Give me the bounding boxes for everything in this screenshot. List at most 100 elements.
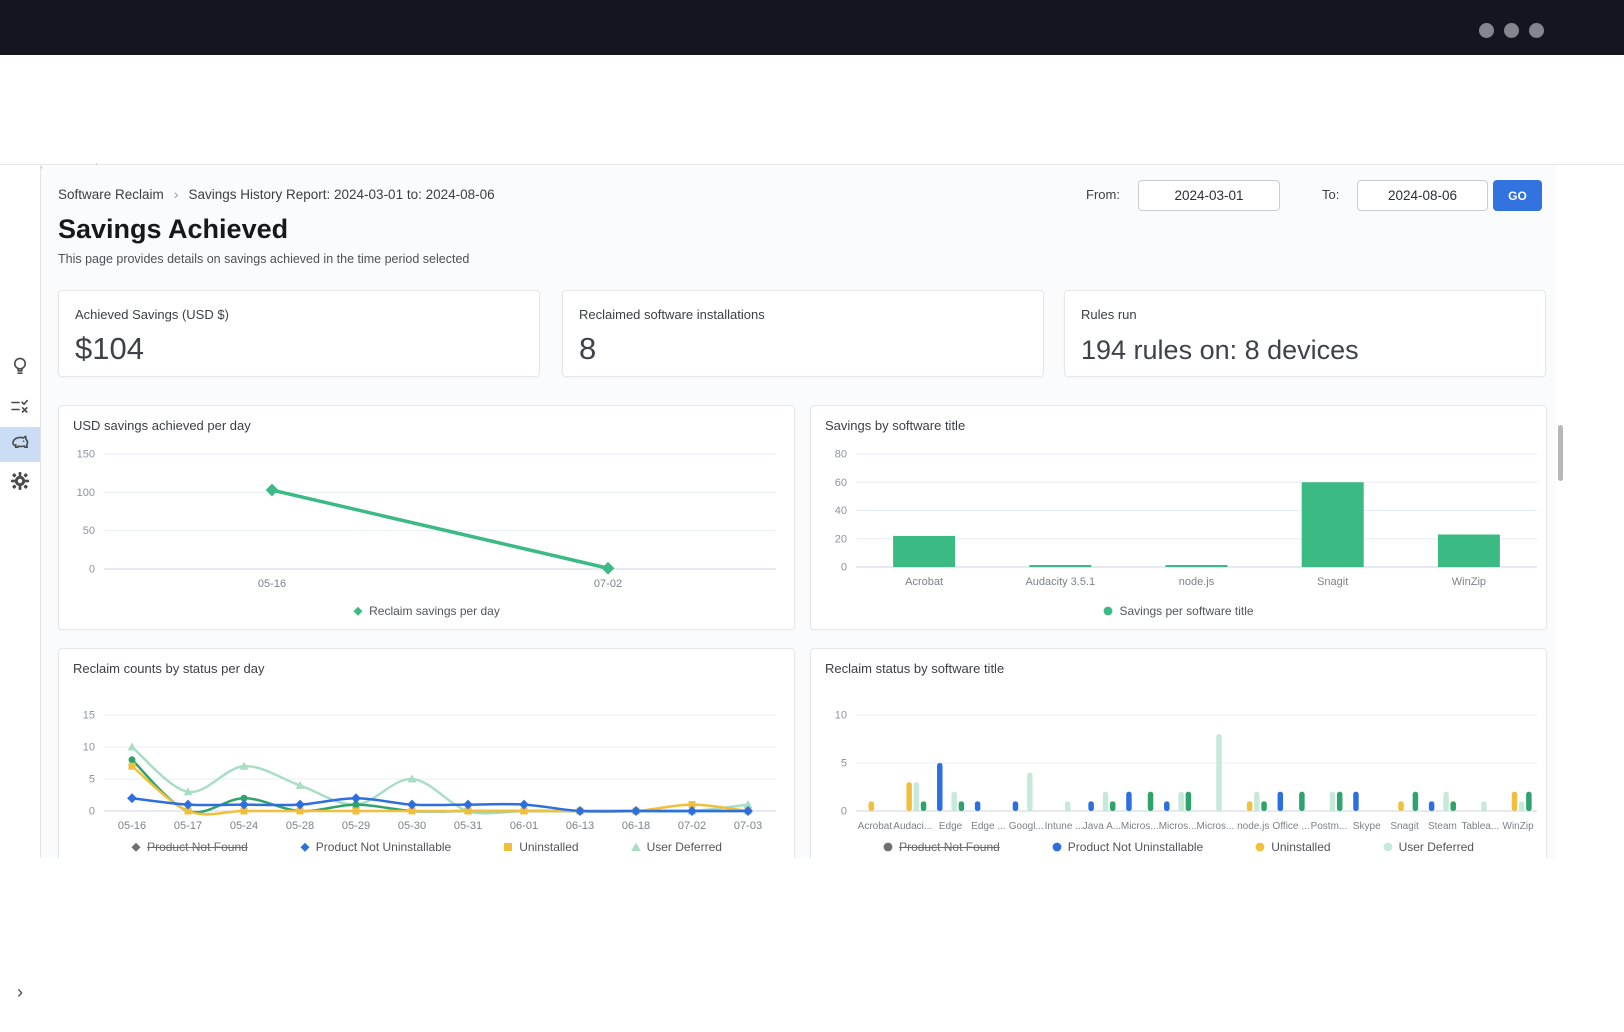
legend-item[interactable]: Reclaim savings per day <box>353 604 500 618</box>
panel-savings-by-software: Savings by software title 020406080Acrob… <box>810 405 1547 630</box>
chart-legend: Savings per software title <box>811 604 1546 618</box>
legend-item[interactable]: Product Not Uninstallable <box>300 840 451 854</box>
panel-reclaim-status-by-software: Reclaim status by software title 0510Acr… <box>810 648 1547 858</box>
chart-legend: Product Not Found Product Not Uninstallab… <box>59 840 794 854</box>
svg-text:05-16: 05-16 <box>118 820 146 832</box>
svg-text:10: 10 <box>835 710 847 722</box>
sidebar-item-settings[interactable] <box>0 466 40 501</box>
svg-text:05-28: 05-28 <box>286 820 314 832</box>
chart-canvas: 0510AcrobatAudaci...EdgeEdge ...Googl...… <box>811 649 1547 840</box>
legend-marker-circle <box>1052 842 1062 852</box>
legend-marker-circle <box>1103 606 1113 616</box>
svg-text:Audaci...: Audaci... <box>893 821 932 832</box>
legend-marker-diamond <box>131 842 141 852</box>
svg-text:10: 10 <box>83 742 95 754</box>
to-date-input[interactable] <box>1357 180 1488 211</box>
legend-item[interactable]: Product Not Found <box>131 840 248 854</box>
svg-text:Acrobat: Acrobat <box>858 821 893 832</box>
svg-text:Googl...: Googl... <box>1009 821 1044 832</box>
svg-text:Audacity 3.5.1: Audacity 3.5.1 <box>1025 576 1095 588</box>
from-label: From: <box>1086 187 1120 202</box>
legend-label: User Deferred <box>647 840 722 854</box>
svg-text:06-13: 06-13 <box>566 820 594 832</box>
svg-text:Java A...: Java A... <box>1083 821 1121 832</box>
svg-text:100: 100 <box>77 487 95 499</box>
legend-item[interactable]: Uninstalled <box>1255 840 1330 854</box>
legend-item[interactable]: Savings per software title <box>1103 604 1253 618</box>
sidebar-item-rules[interactable] <box>0 391 40 426</box>
svg-text:WinZip: WinZip <box>1452 576 1486 588</box>
svg-text:07-02: 07-02 <box>678 820 706 832</box>
svg-text:Steam: Steam <box>1428 821 1457 832</box>
legend-item[interactable]: Product Not Found <box>883 840 1000 854</box>
window-titlebar <box>0 0 1624 55</box>
app-header: 1E Software Reclaim <box>0 55 1624 165</box>
legend-item[interactable]: Uninstalled <box>503 840 578 854</box>
svg-text:0: 0 <box>841 806 847 818</box>
svg-text:15: 15 <box>83 710 95 722</box>
svg-text:20: 20 <box>835 533 847 545</box>
svg-text:Intune ...: Intune ... <box>1045 821 1084 832</box>
legend-label: Uninstalled <box>519 840 578 854</box>
legend-marker-circle <box>1255 842 1265 852</box>
sidebar-expand-chevron-icon[interactable]: › <box>0 980 40 1004</box>
legend-label: Product Not Found <box>147 840 248 854</box>
stat-label: Achieved Savings (USD $) <box>75 307 229 322</box>
legend-label: User Deferred <box>1399 840 1474 854</box>
svg-text:0: 0 <box>89 564 95 576</box>
stat-card-rules-run: Rules run 194 rules on: 8 devices <box>1064 290 1546 377</box>
stat-label: Rules run <box>1081 307 1137 322</box>
svg-text:0: 0 <box>841 562 847 574</box>
breadcrumb-root-link[interactable]: Software Reclaim <box>58 187 164 202</box>
legend-item[interactable]: User Deferred <box>631 840 722 854</box>
svg-text:40: 40 <box>835 505 847 517</box>
legend-marker-triangle <box>631 842 641 852</box>
scrollbar-thumb[interactable] <box>1558 425 1563 481</box>
breadcrumb: Software Reclaim › Savings History Repor… <box>58 186 495 202</box>
page-title: Savings Achieved <box>58 214 288 245</box>
legend-marker-diamond <box>300 842 310 852</box>
stat-label: Reclaimed software installations <box>579 307 765 322</box>
svg-text:Office ...: Office ... <box>1273 821 1310 832</box>
svg-text:05-16: 05-16 <box>258 578 286 590</box>
svg-text:WinZip: WinZip <box>1503 821 1535 832</box>
chart-canvas: 05101505-1605-1705-2405-2805-2905-3005-3… <box>59 649 795 840</box>
svg-text:07-02: 07-02 <box>594 578 622 590</box>
sidebar-item-insights[interactable] <box>0 351 40 386</box>
svg-text:50: 50 <box>83 525 95 537</box>
svg-text:06-01: 06-01 <box>510 820 538 832</box>
svg-text:Skype: Skype <box>1353 821 1381 832</box>
stat-value: 194 rules on: 8 devices <box>1081 335 1359 366</box>
chart-canvas: 020406080AcrobatAudacity 3.5.1node.jsSna… <box>811 406 1547 604</box>
svg-text:node.js: node.js <box>1237 821 1269 832</box>
svg-text:07-03: 07-03 <box>734 820 762 832</box>
svg-text:Snagit: Snagit <box>1390 821 1419 832</box>
legend-label: Product Not Uninstallable <box>316 840 451 854</box>
svg-text:Micros...: Micros... <box>1121 821 1159 832</box>
svg-text:Edge: Edge <box>939 821 963 832</box>
svg-text:Postm...: Postm... <box>1311 821 1348 832</box>
svg-text:Micros...: Micros... <box>1159 821 1197 832</box>
svg-text:60: 60 <box>835 477 847 489</box>
from-date-input[interactable] <box>1138 180 1280 211</box>
legend-label: Uninstalled <box>1271 840 1330 854</box>
breadcrumb-separator-icon: › <box>174 186 179 202</box>
legend-item[interactable]: User Deferred <box>1383 840 1474 854</box>
gear-icon <box>9 470 31 497</box>
page-subtitle: This page provides details on savings ac… <box>58 252 469 266</box>
main-content: Software Reclaim › Savings History Repor… <box>41 165 1556 858</box>
sidebar-item-savings[interactable] <box>0 427 40 462</box>
legend-item[interactable]: Product Not Uninstallable <box>1052 840 1203 854</box>
svg-text:05-29: 05-29 <box>342 820 370 832</box>
chart-legend: Reclaim savings per day <box>59 604 794 618</box>
legend-marker-square <box>503 842 513 852</box>
piggy-bank-icon <box>9 431 32 459</box>
svg-text:Tablea...: Tablea... <box>1461 821 1499 832</box>
svg-text:150: 150 <box>77 449 95 461</box>
panel-usd-savings-per-day: USD savings achieved per day 05010015005… <box>58 405 795 630</box>
svg-text:05-31: 05-31 <box>454 820 482 832</box>
go-button[interactable]: GO <box>1493 180 1542 211</box>
window-control-dot <box>1529 23 1544 38</box>
chart-canvas: 0 50 100 150 05-16 07-02 <box>59 406 795 604</box>
svg-text:node.js: node.js <box>1179 576 1215 588</box>
